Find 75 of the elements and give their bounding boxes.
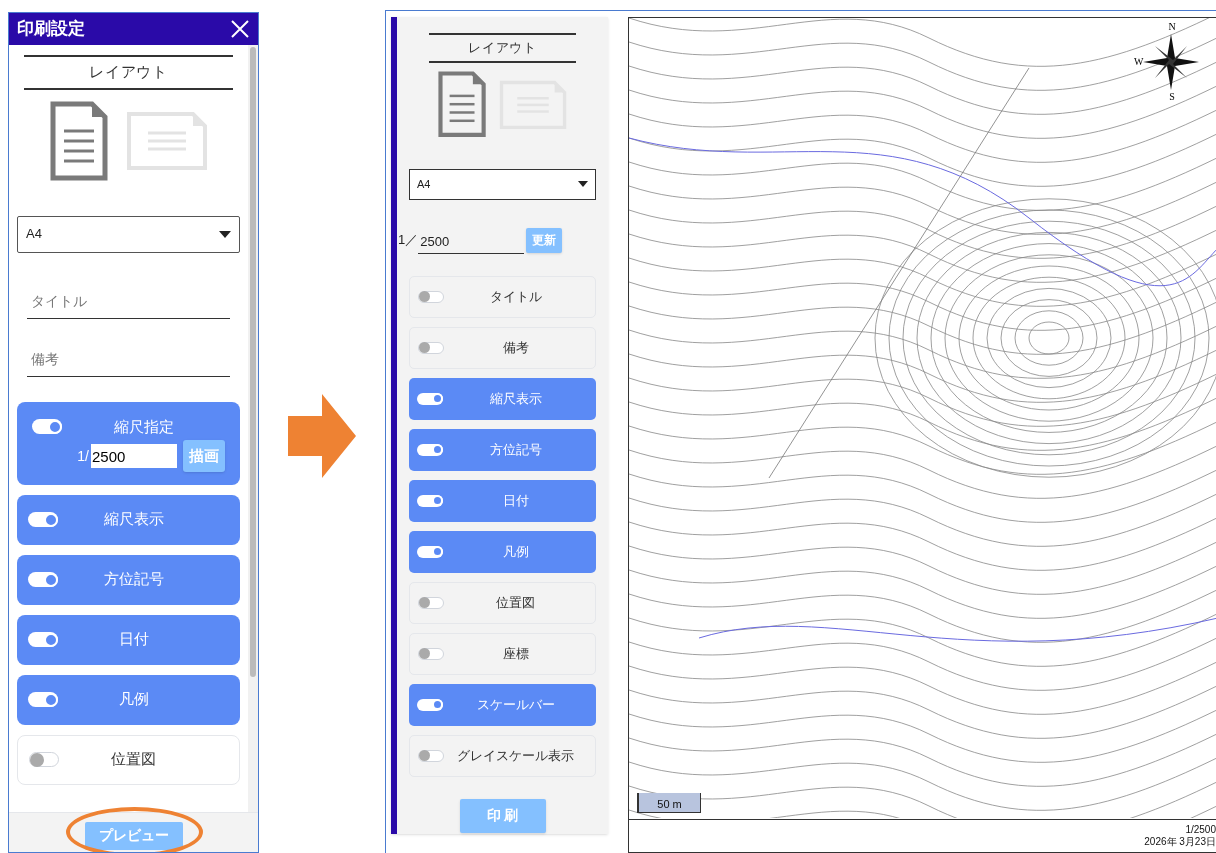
toggle-label: スケールバー [475, 695, 556, 714]
toggle-card[interactable]: 日付 [17, 614, 240, 665]
dropdown-caret-icon [578, 181, 588, 187]
toggle-label: 日付 [117, 629, 150, 650]
toggle-switch[interactable] [417, 698, 443, 711]
toggle-label: 座標 [501, 644, 530, 663]
toggle-switch[interactable] [418, 596, 444, 609]
toggle-label: 方位記号 [102, 569, 165, 590]
toggle-card[interactable]: 備考 [409, 326, 596, 369]
toggle-label: タイトル [488, 287, 543, 306]
toggle-label: 位置図 [110, 749, 157, 770]
toggle-label: 備考 [501, 338, 530, 357]
toggle-label: 凡例 [501, 542, 530, 561]
toggle-card[interactable]: スケールバー [409, 683, 596, 726]
scale-prefix: 1/ [77, 446, 89, 466]
toggle-switch[interactable] [28, 572, 58, 587]
toggle-switch[interactable] [418, 749, 444, 762]
toggle-label: 縮尺表示 [102, 509, 165, 530]
toggle-switch[interactable] [417, 443, 443, 456]
toggle-card[interactable]: 方位記号 [17, 554, 240, 605]
compass-west-label: W [1134, 57, 1144, 67]
text-field[interactable]: 備考 [27, 342, 230, 377]
toggle-label: 縮尺表示 [488, 389, 543, 408]
close-icon[interactable] [230, 19, 250, 39]
scale-input[interactable]: 2500 [91, 444, 177, 468]
layout-heading: レイアウト [468, 39, 537, 57]
toggle-switch[interactable] [32, 419, 62, 435]
toggle-label: 日付 [501, 491, 530, 510]
dialog-title: 印刷設定 [17, 18, 85, 41]
toggle-card[interactable]: 日付 [409, 479, 596, 522]
toggle-switch[interactable] [418, 341, 444, 354]
draw-button[interactable]: 描画 [183, 440, 225, 472]
toggle-label: 縮尺指定 [112, 416, 175, 437]
scale-bar-label: 50 m [657, 799, 682, 812]
toggle-card[interactable]: 座標 [409, 632, 596, 675]
scrollbar-thumb[interactable] [250, 47, 256, 677]
toggle-card[interactable]: 縮尺表示 [17, 494, 240, 545]
dropdown-caret-icon [219, 230, 231, 238]
scale-input[interactable]: 2500 [418, 229, 525, 254]
toggle-card[interactable]: タイトル [409, 275, 596, 318]
update-button[interactable]: 更新 [526, 227, 563, 253]
portrait-page-icon[interactable] [438, 71, 487, 138]
text-field[interactable]: タイトル [27, 284, 230, 319]
toggle-card[interactable]: 位置図 [409, 581, 596, 624]
toggle-card[interactable]: 方位記号 [409, 428, 596, 471]
toggle-switch[interactable] [28, 692, 58, 707]
toggle-switch[interactable] [417, 392, 443, 405]
print-button[interactable]: 印 刷 [459, 798, 546, 833]
footer-text: 2026年 3月23日 [1144, 836, 1216, 849]
layout-heading: レイアウト [89, 62, 168, 82]
toggle-switch[interactable] [417, 494, 443, 507]
toggle-switch[interactable] [28, 632, 58, 647]
toggle-card[interactable]: 凡例 [17, 674, 240, 725]
toggle-switch[interactable] [417, 545, 443, 558]
toggle-card[interactable]: 凡例 [409, 530, 596, 573]
compass-north-label: N [1168, 22, 1176, 32]
paper-size-select[interactable]: A4 [409, 168, 596, 200]
toggle-card[interactable]: 位置図 [17, 734, 240, 785]
portrait-page-icon[interactable] [49, 100, 108, 181]
toggle-label: 方位記号 [488, 440, 543, 459]
scale-prefix: 1／ [398, 231, 419, 249]
footer-text: 1/2500 [1185, 823, 1216, 836]
preview-button[interactable]: プレビュー [84, 821, 183, 850]
toggle-switch[interactable] [418, 290, 444, 303]
toggle-switch[interactable] [418, 647, 444, 660]
paper-size-select[interactable]: A4 [17, 215, 240, 253]
compass-south-label: S [1169, 92, 1175, 102]
toggle-label: 凡例 [117, 689, 150, 710]
toggle-card[interactable]: グレイスケール表示 [409, 734, 596, 777]
toggle-label: グレイスケール表示 [456, 746, 575, 765]
toggle-switch[interactable] [29, 752, 59, 767]
toggle-card[interactable]: 縮尺表示 [409, 377, 596, 420]
toggle-label: 位置図 [495, 593, 536, 612]
right-arrow-icon [288, 394, 356, 478]
toggle-switch[interactable] [28, 512, 58, 527]
